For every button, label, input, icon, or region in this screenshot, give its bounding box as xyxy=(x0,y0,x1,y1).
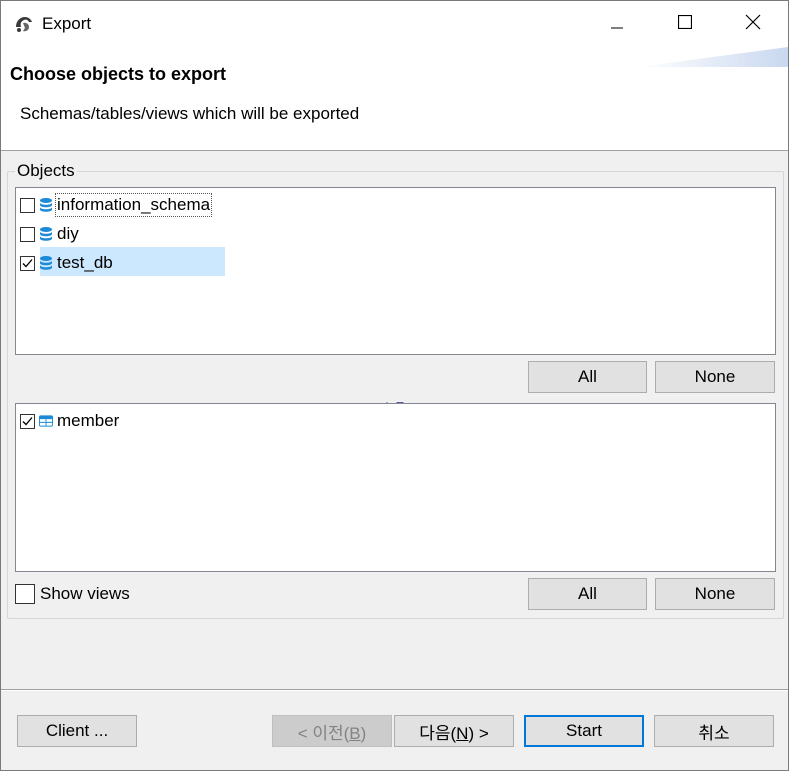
list-item-test-db[interactable]: test_db xyxy=(20,249,114,277)
maximize-button[interactable] xyxy=(651,1,719,47)
wizard-header: Choose objects to export Schemas/tables/… xyxy=(1,47,788,151)
list-item-information-schema[interactable]: information_schema xyxy=(20,191,213,219)
next-button[interactable]: 다음(N) > xyxy=(394,715,514,747)
checkbox-checked[interactable] xyxy=(20,413,35,429)
table-list[interactable]: member xyxy=(15,403,776,572)
schema-list[interactable]: information_schema diy test_db xyxy=(15,187,776,355)
page-title: Choose objects to export xyxy=(10,64,227,84)
list-item-diy[interactable]: diy xyxy=(20,220,80,248)
header-banner-graphic xyxy=(638,47,788,67)
app-logo-icon xyxy=(13,13,35,35)
footer-separator xyxy=(1,689,788,691)
objects-group-label: Objects xyxy=(15,161,77,181)
close-button[interactable] xyxy=(719,1,787,47)
list-item-label: test_db xyxy=(57,253,113,272)
next-button-label: 다음(N) > xyxy=(419,723,489,743)
schema-all-button[interactable]: All xyxy=(528,361,647,393)
checkmark-icon xyxy=(22,258,33,267)
checkmark-icon xyxy=(22,416,33,425)
window-title: Export xyxy=(42,14,92,33)
client-button[interactable]: Client ... xyxy=(17,715,137,747)
table-all-button[interactable]: All xyxy=(528,578,647,610)
list-item-label: diy xyxy=(57,224,79,243)
minimize-button[interactable] xyxy=(583,1,651,47)
schema-none-button[interactable]: None xyxy=(655,361,775,393)
checkbox[interactable] xyxy=(15,584,35,604)
start-button[interactable]: Start xyxy=(524,715,644,747)
show-views-checkbox[interactable]: Show views xyxy=(15,584,130,604)
table-icon xyxy=(39,413,53,429)
table-none-button[interactable]: None xyxy=(655,578,775,610)
list-item-member[interactable]: member xyxy=(20,407,120,435)
database-icon xyxy=(39,226,53,242)
list-item-label: information_schema xyxy=(54,193,213,217)
title-bar: Export xyxy=(1,1,788,47)
cancel-button[interactable]: 취소 xyxy=(654,715,774,747)
close-icon xyxy=(745,14,761,35)
back-button-label: < 이전(B) xyxy=(297,723,367,743)
list-item-label: member xyxy=(57,411,120,430)
maximize-icon xyxy=(677,14,693,34)
database-icon xyxy=(39,255,53,271)
checkbox[interactable] xyxy=(20,197,35,213)
checkbox[interactable] xyxy=(20,226,35,242)
back-button[interactable]: < 이전(B) xyxy=(272,715,392,747)
export-dialog: Export Choose objects to export Schemas/… xyxy=(0,0,789,771)
database-icon xyxy=(39,197,53,213)
page-description: Schemas/tables/views which will be expor… xyxy=(20,104,360,123)
checkbox-checked[interactable] xyxy=(20,255,35,271)
show-views-label: Show views xyxy=(40,584,130,603)
minimize-icon xyxy=(611,14,623,34)
